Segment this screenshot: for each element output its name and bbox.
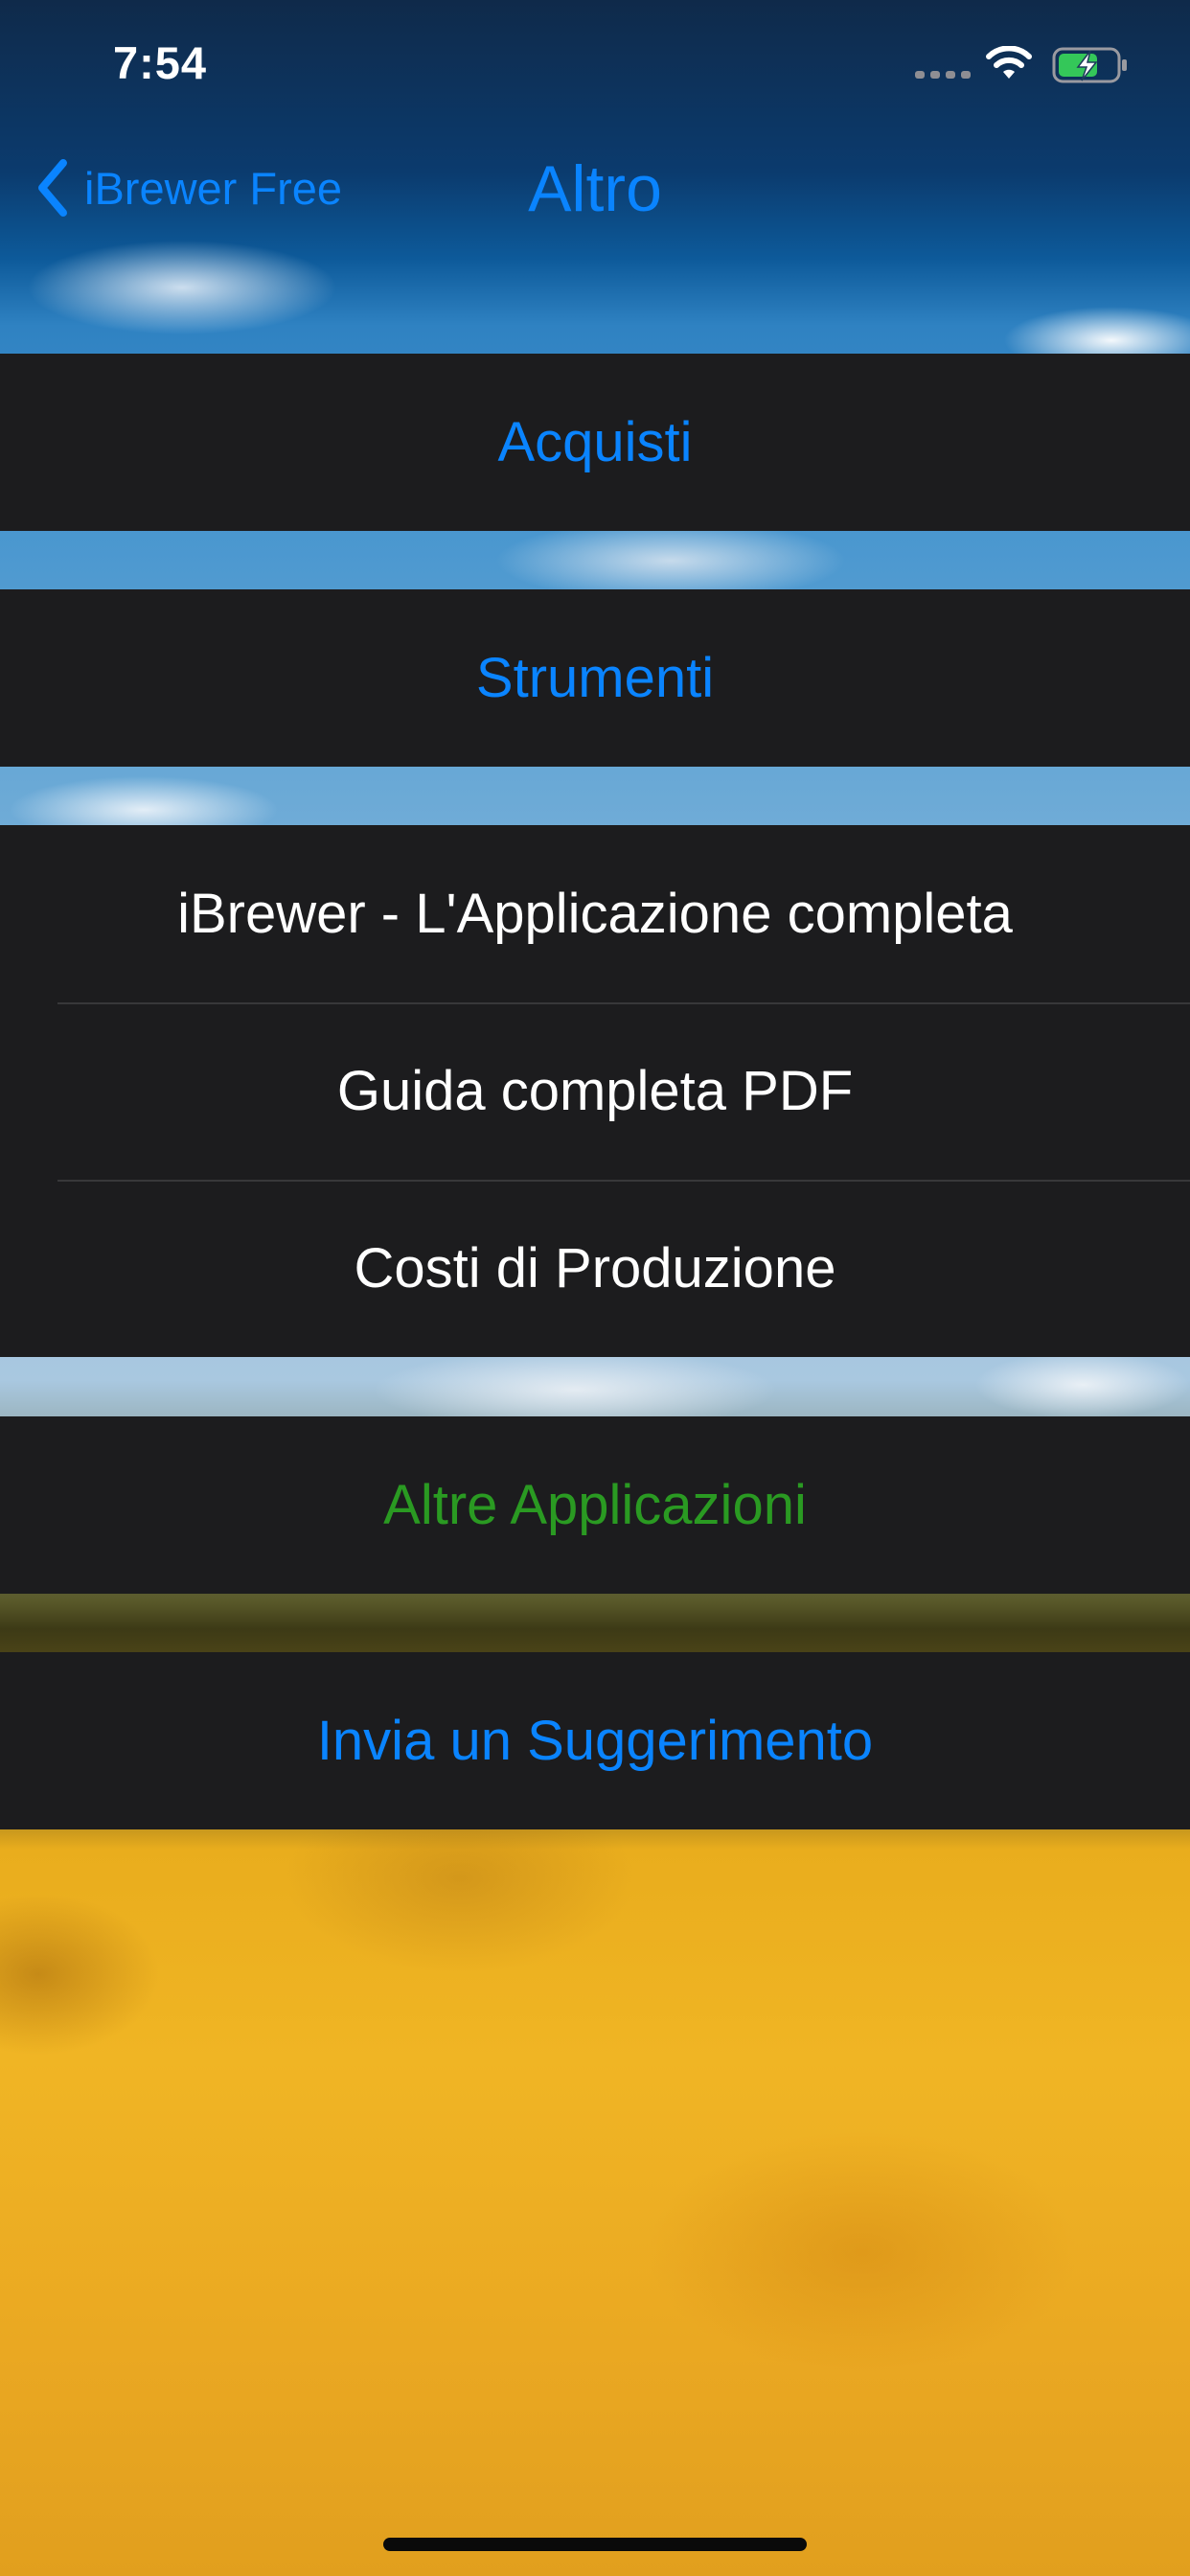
menu-item-other-apps[interactable]: Altre Applicazioni	[0, 1416, 1190, 1594]
menu-group-full-version: iBrewer - L'Applicazione completa Guida …	[0, 825, 1190, 1357]
menu-item-pdf-guide[interactable]: Guida completa PDF	[0, 1002, 1190, 1180]
menu-item-strumenti[interactable]: Strumenti	[0, 589, 1190, 767]
navigation-bar: iBrewer Free Altro	[0, 125, 1190, 254]
menu-group-purchases: Acquisti	[0, 354, 1190, 531]
home-indicator	[383, 2538, 807, 2551]
wifi-icon	[986, 46, 1032, 79]
signal-dots-icon	[915, 71, 971, 79]
back-button-label: iBrewer Free	[84, 162, 343, 214]
menu-group-feedback: Invia un Suggerimento	[0, 1652, 1190, 1829]
back-button[interactable]: iBrewer Free	[34, 157, 342, 218]
menu-group-other-apps: Altre Applicazioni	[0, 1416, 1190, 1594]
status-bar: 7:54	[0, 0, 1190, 125]
chevron-left-icon	[38, 159, 67, 217]
battery-charging-icon	[1052, 47, 1127, 83]
menu-group-tools: Strumenti	[0, 589, 1190, 767]
menu-item-production-costs[interactable]: Costi di Produzione	[0, 1180, 1190, 1357]
menu-item-send-suggestion[interactable]: Invia un Suggerimento	[0, 1652, 1190, 1829]
status-time: 7:54	[113, 37, 208, 88]
menu-item-full-app[interactable]: iBrewer - L'Applicazione completa	[0, 825, 1190, 1002]
menu-item-acquisti[interactable]: Acquisti	[0, 354, 1190, 531]
